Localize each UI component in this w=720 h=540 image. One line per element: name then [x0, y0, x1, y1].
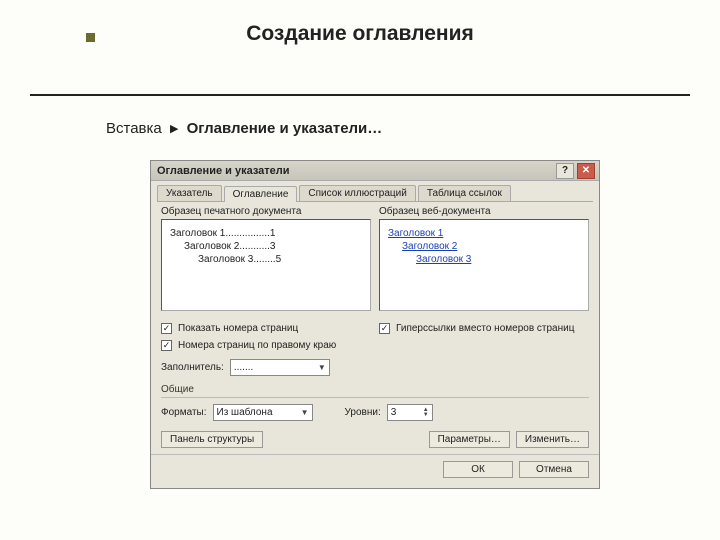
combo-value: Из шаблона — [217, 407, 273, 418]
print-preview: Заголовок 1................1 Заголовок 2… — [161, 219, 371, 311]
hyperlinks-option[interactable]: ✓ Гиперссылки вместо номеров страниц — [379, 323, 589, 334]
spinner-arrows-icon: ▲▼ — [423, 408, 429, 418]
toc-dialog: Оглавление и указатели ? ✕ Указатель Огл… — [150, 160, 600, 489]
filler-label: Заполнитель: — [161, 362, 224, 373]
option-label: Показать номера страниц — [178, 323, 298, 334]
format-label: Форматы: — [161, 407, 207, 418]
slide-title: Создание оглавления — [0, 22, 720, 46]
cancel-button[interactable]: Отмена — [519, 461, 589, 478]
web-preview: Заголовок 1 Заголовок 2 Заголовок 3 — [379, 219, 589, 311]
outline-panel-button[interactable]: Панель структуры — [161, 431, 263, 448]
parameters-button[interactable]: Параметры… — [429, 431, 510, 448]
tab-toc[interactable]: Оглавление — [224, 186, 298, 202]
help-button[interactable]: ? — [556, 163, 574, 179]
show-page-numbers-option[interactable]: ✓ Показать номера страниц — [161, 323, 371, 334]
web-link[interactable]: Заголовок 2 — [402, 241, 457, 252]
web-preview-label: Образец веб-документа — [379, 206, 589, 219]
dialog-body: Образец печатного документа Заголовок 1.… — [151, 202, 599, 454]
checkbox-icon: ✓ — [379, 323, 390, 334]
option-label: Гиперссылки вместо номеров страниц — [396, 323, 574, 334]
checkbox-icon: ✓ — [161, 323, 172, 334]
section-general: Общие — [161, 384, 589, 395]
tab-strip: Указатель Оглавление Список иллюстраций … — [151, 181, 599, 201]
breadcrumb-item: Вставка — [106, 120, 162, 137]
tab-index[interactable]: Указатель — [157, 185, 222, 201]
combo-value: ....... — [234, 362, 253, 373]
breadcrumb: Вставка ▶ Оглавление и указатели… — [106, 120, 382, 137]
chevron-down-icon: ▼ — [318, 363, 326, 372]
dialog-titlebar: Оглавление и указатели ? ✕ — [151, 161, 599, 181]
web-link[interactable]: Заголовок 1 — [388, 228, 443, 239]
dialog-title: Оглавление и указатели — [157, 165, 290, 177]
spinner-value: 3 — [391, 407, 397, 418]
levels-spinner[interactable]: 3 ▲▼ — [387, 404, 433, 421]
levels-label: Уровни: — [345, 407, 381, 418]
dialog-footer: ОК Отмена — [151, 454, 599, 488]
slide-divider — [30, 94, 690, 96]
breadcrumb-item: Оглавление и указатели… — [187, 120, 383, 137]
right-align-option[interactable]: ✓ Номера страниц по правому краю — [161, 340, 371, 351]
close-button[interactable]: ✕ — [577, 163, 595, 179]
option-label: Номера страниц по правому краю — [178, 340, 336, 351]
tab-illustrations[interactable]: Список иллюстраций — [299, 185, 415, 201]
web-link[interactable]: Заголовок 3 — [416, 254, 471, 265]
print-preview-label: Образец печатного документа — [161, 206, 371, 219]
format-combo[interactable]: Из шаблона ▼ — [213, 404, 313, 421]
ok-button[interactable]: ОК — [443, 461, 513, 478]
chevron-down-icon: ▼ — [301, 408, 309, 417]
triangle-right-icon: ▶ — [170, 122, 178, 135]
modify-button[interactable]: Изменить… — [516, 431, 589, 448]
checkbox-icon: ✓ — [161, 340, 172, 351]
tab-authorities[interactable]: Таблица ссылок — [418, 185, 511, 201]
filler-combo[interactable]: ....... ▼ — [230, 359, 330, 376]
